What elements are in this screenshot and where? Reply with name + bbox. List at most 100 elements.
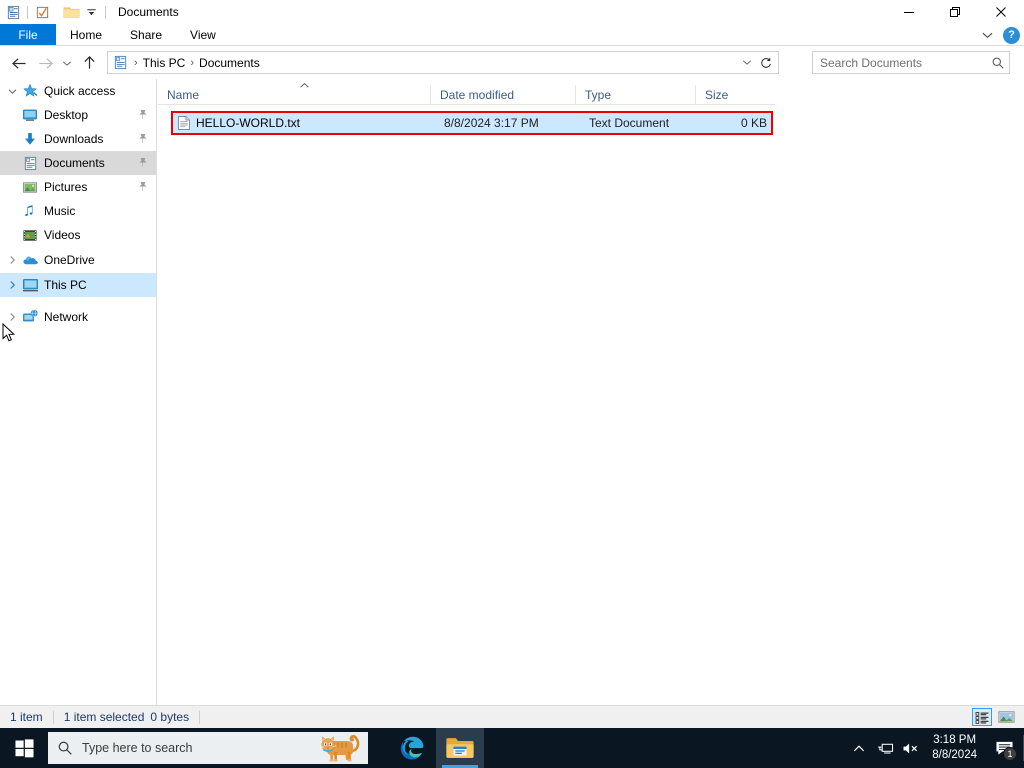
- restore-button[interactable]: [932, 0, 978, 24]
- file-name: HELLO-WORLD.txt: [196, 116, 301, 130]
- close-button[interactable]: [978, 0, 1024, 24]
- sidebar-item-this-pc[interactable]: This PC: [0, 273, 156, 297]
- sidebar-item-downloads[interactable]: Downloads: [0, 127, 156, 151]
- tab-home[interactable]: Home: [56, 24, 116, 45]
- details-view-button[interactable]: [972, 708, 992, 726]
- videos-icon: [20, 223, 40, 247]
- sidebar-item-music[interactable]: Music: [0, 199, 156, 223]
- file-list[interactable]: HELLO-WORLD.txt 8/8/2024 3:17 PM Text Do…: [158, 106, 1024, 705]
- column-header-date-modified[interactable]: Date modified: [430, 84, 575, 105]
- sidebar-label-music: Music: [44, 204, 76, 218]
- sidebar-label-this-pc: This PC: [44, 278, 87, 292]
- refresh-button[interactable]: [756, 52, 776, 73]
- column-header-name[interactable]: Name: [158, 82, 430, 105]
- chevron-right-icon[interactable]: [4, 248, 20, 272]
- pin-icon[interactable]: [138, 109, 148, 123]
- sidebar-item-network[interactable]: Network: [0, 305, 156, 329]
- recent-locations-chevron-icon[interactable]: [58, 48, 76, 78]
- breadcrumb-separator-1[interactable]: ›: [132, 57, 140, 69]
- tab-share[interactable]: Share: [116, 24, 176, 45]
- help-button[interactable]: ?: [1003, 26, 1020, 44]
- this-pc-icon: [20, 273, 40, 297]
- up-button[interactable]: [76, 48, 102, 78]
- column-label-type: Type: [585, 87, 612, 102]
- address-bar: › This PC › Documents Search Documents: [0, 47, 1024, 79]
- large-icons-view-button[interactable]: [996, 708, 1016, 726]
- breadcrumb-this-pc[interactable]: This PC: [140, 56, 189, 70]
- network-tray-icon[interactable]: [872, 728, 898, 768]
- breadcrumb-separator-2[interactable]: ›: [188, 57, 196, 69]
- sidebar-item-documents[interactable]: Documents: [0, 151, 156, 175]
- show-hidden-icons-chevron-icon[interactable]: [846, 728, 872, 768]
- sidebar-label-documents: Documents: [44, 156, 105, 170]
- sidebar-item-pictures[interactable]: Pictures: [0, 175, 156, 199]
- status-bar: 1 item 1 item selected 0 bytes: [0, 705, 1024, 728]
- search-box[interactable]: Search Documents: [812, 51, 1010, 74]
- window-title: Documents: [118, 5, 179, 19]
- edge-icon[interactable]: [388, 728, 436, 768]
- pin-icon[interactable]: [138, 181, 148, 195]
- status-selection-count: 1 item selected: [63, 710, 145, 724]
- system-tray: 3:18 PM 8/8/2024 1: [846, 728, 1024, 768]
- quick-access-toolbar: [0, 0, 110, 24]
- pin-icon[interactable]: [138, 157, 148, 171]
- file-explorer-window: Documents File Home Share View ? › This …: [0, 0, 1024, 768]
- documents-icon: [20, 151, 40, 175]
- volume-muted-icon[interactable]: [898, 728, 924, 768]
- sidebar-label-network: Network: [44, 310, 89, 324]
- tab-file[interactable]: File: [0, 24, 56, 45]
- notifications-button[interactable]: 1: [985, 728, 1023, 768]
- pin-icon[interactable]: [138, 133, 148, 147]
- network-icon: [20, 305, 40, 329]
- title-bar: Documents: [0, 0, 1024, 24]
- search-input[interactable]: Search Documents: [813, 56, 987, 70]
- view-mode-buttons: [972, 708, 1016, 726]
- address-path-box[interactable]: › This PC › Documents: [107, 51, 779, 74]
- file-type: Text Document: [589, 116, 670, 130]
- properties-icon[interactable]: [3, 2, 23, 22]
- star-icon: [20, 79, 40, 103]
- sidebar-item-videos[interactable]: Videos: [0, 223, 156, 247]
- new-folder-icon[interactable]: [32, 2, 52, 22]
- taskbar: Type here to search 3:18 PM 8/8/2024 1: [0, 728, 1024, 768]
- music-icon: [20, 199, 40, 223]
- sidebar-item-desktop[interactable]: Desktop: [0, 103, 156, 127]
- column-label-name: Name: [167, 87, 200, 102]
- sidebar-label-desktop: Desktop: [44, 108, 89, 122]
- folder-icon[interactable]: [61, 2, 81, 22]
- taskbar-search-box[interactable]: Type here to search: [48, 732, 368, 764]
- breadcrumb-documents[interactable]: Documents: [196, 56, 263, 70]
- status-item-count: 1 item: [10, 710, 43, 724]
- status-selection-info: 1 item selected 0 bytes: [54, 710, 199, 724]
- sidebar-label-downloads: Downloads: [44, 132, 104, 146]
- table-row[interactable]: HELLO-WORLD.txt 8/8/2024 3:17 PM Text Do…: [172, 112, 772, 134]
- chevron-right-icon[interactable]: [4, 273, 20, 297]
- sidebar-item-onedrive[interactable]: OneDrive: [0, 248, 156, 272]
- notification-badge: 1: [1003, 747, 1017, 761]
- navigation-pane: Quick access Desktop Downloads Documents…: [0, 79, 157, 705]
- chevron-down-icon[interactable]: [4, 79, 20, 103]
- customize-qat-chevron-icon[interactable]: [81, 2, 101, 22]
- expand-ribbon-chevron-icon[interactable]: [977, 24, 997, 46]
- sidebar-label-onedrive: OneDrive: [44, 253, 95, 267]
- documents-breadcrumb-icon: [113, 55, 128, 70]
- minimize-button[interactable]: [886, 0, 932, 24]
- back-button[interactable]: [6, 48, 32, 78]
- sidebar-item-quick-access[interactable]: Quick access: [0, 79, 156, 103]
- tab-view[interactable]: View: [176, 24, 230, 45]
- status-divider-2: [199, 710, 201, 724]
- cat-icon[interactable]: [316, 733, 362, 766]
- taskbar-clock[interactable]: 3:18 PM 8/8/2024: [924, 728, 985, 768]
- start-button[interactable]: [0, 728, 48, 768]
- download-icon: [20, 127, 40, 151]
- forward-button[interactable]: [32, 48, 58, 78]
- file-size: 0 KB: [740, 116, 767, 130]
- column-header-size[interactable]: Size: [695, 84, 775, 105]
- file-explorer-icon[interactable]: [436, 728, 484, 768]
- address-dropdown-chevron-icon[interactable]: [738, 52, 756, 73]
- column-label-date-modified: Date modified: [440, 87, 515, 102]
- column-header-type[interactable]: Type: [575, 84, 695, 105]
- ribbon-tabs: File Home Share View ?: [0, 24, 1024, 46]
- sort-ascending-icon: [299, 81, 310, 91]
- sidebar-label-quick-access: Quick access: [44, 84, 116, 98]
